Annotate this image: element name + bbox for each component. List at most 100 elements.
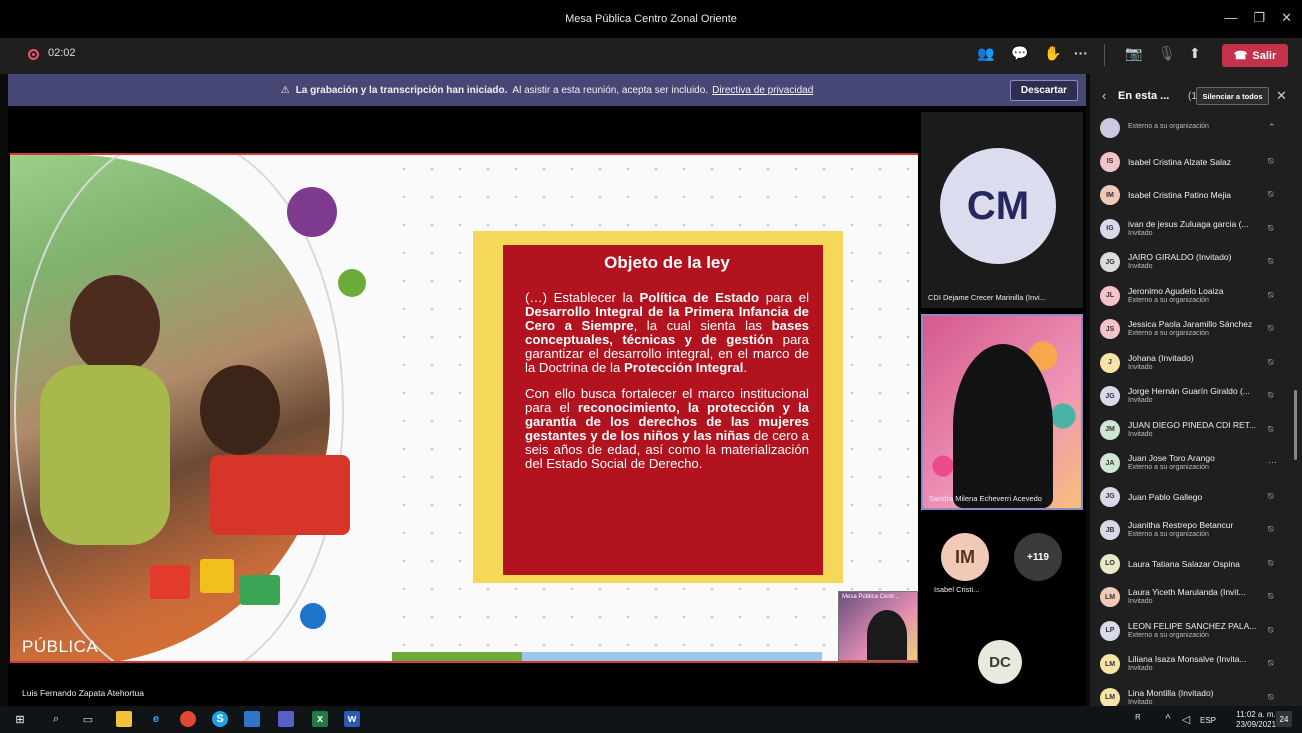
toy-block bbox=[200, 559, 234, 593]
self-preview-video[interactable] bbox=[838, 591, 918, 661]
participant-row[interactable]: IM Isabel Cristina Patino Mejia ⍉ bbox=[1096, 179, 1288, 212]
participants-icon[interactable]: 👥 bbox=[977, 45, 994, 62]
search-icon[interactable]: ⌕ bbox=[48, 711, 64, 727]
participant-row[interactable]: JG Jorge Hernán Guarín Giraldo (... Invita… bbox=[1096, 380, 1288, 413]
chrome-icon[interactable] bbox=[180, 711, 196, 727]
mute-all-button[interactable]: Silenciar a todos bbox=[1196, 87, 1269, 105]
participant-name: Lina Montilla (Invitado) bbox=[1128, 687, 1214, 698]
participant-status: Externo a su organización bbox=[1128, 631, 1209, 639]
camera-off-icon[interactable]: 📷 bbox=[1125, 45, 1142, 62]
outlook-icon[interactable] bbox=[244, 711, 260, 727]
avatar: JL bbox=[1100, 285, 1120, 306]
chat-icon[interactable]: 💬 bbox=[1011, 45, 1028, 62]
participant-row[interactable]: JG JAIRO GIRALDO (Invitado) Invitado ⍉ bbox=[1096, 246, 1288, 279]
participant-video-tile[interactable] bbox=[921, 314, 1083, 510]
people-icon[interactable]: ᴿ bbox=[1130, 711, 1146, 727]
teams-icon[interactable] bbox=[278, 711, 294, 727]
volume-icon[interactable]: ◁ bbox=[1178, 711, 1194, 727]
participant-row[interactable]: J Johana (Invitado) Invitado ⍉ bbox=[1096, 347, 1288, 380]
mic-muted-icon[interactable]: ⍉ bbox=[1268, 591, 1273, 602]
avatar: JB bbox=[1100, 520, 1120, 540]
mic-muted-icon[interactable]: ⍉ bbox=[1268, 658, 1273, 669]
mic-muted-icon[interactable]: ⍉ bbox=[1268, 625, 1273, 636]
participant-row[interactable]: LM Lina Montilla (Invitado) Invitado ⍉ bbox=[1096, 682, 1288, 706]
skype-icon[interactable]: S bbox=[212, 711, 228, 727]
participant-row[interactable]: Externo a su organización ⌃ bbox=[1096, 118, 1288, 145]
mic-muted-icon[interactable]: ⍉ bbox=[1268, 156, 1273, 167]
edge-icon[interactable]: e bbox=[148, 711, 164, 727]
participant-row[interactable]: JG Juan Pablo Gallego ⍉ bbox=[1096, 481, 1288, 514]
mic-muted-icon[interactable]: ⍉ bbox=[1268, 692, 1273, 703]
mic-muted-icon[interactable]: ⍉ bbox=[1268, 357, 1273, 368]
slide-paragraph-1: (…) Establecer la Política de Estado par… bbox=[525, 291, 809, 375]
maximize-icon[interactable]: ❐ bbox=[1253, 10, 1265, 26]
mic-muted-icon[interactable]: ⍉ bbox=[1268, 491, 1273, 502]
avatar[interactable]: IM bbox=[941, 533, 989, 581]
avatar bbox=[1100, 118, 1120, 138]
self-preview-label: Mesa Pública Centr... bbox=[842, 594, 900, 600]
participant-row[interactable]: JS Jessica Paola Jaramillo Sánchez Externo… bbox=[1096, 313, 1288, 346]
participant-row[interactable]: IS Isabel Cristina Alzate Salaz ⍉ bbox=[1096, 146, 1288, 179]
tray-chevron-icon[interactable]: ^ bbox=[1160, 711, 1176, 727]
avatar: LO bbox=[1100, 553, 1120, 574]
participant-name: JUAN DIEGO PINEDA CDI RET... bbox=[1128, 419, 1256, 430]
participant-row[interactable]: IG ivan de jesus Zuluaga garcia (... Invit… bbox=[1096, 213, 1288, 246]
participant-row[interactable]: JM JUAN DIEGO PINEDA CDI RET... Invitado ⍉ bbox=[1096, 414, 1288, 447]
avatar[interactable]: DC bbox=[978, 640, 1022, 684]
taskbar-clock[interactable]: 11:02 a. m. 23/09/2021 bbox=[1236, 710, 1276, 730]
participant-name: Juan Jose Toro Arango bbox=[1128, 453, 1215, 463]
share-icon[interactable]: ⬆ bbox=[1189, 45, 1201, 62]
slide-text-run: Protección Integral bbox=[623, 360, 744, 375]
mic-muted-icon[interactable]: ⍉ bbox=[1268, 524, 1273, 535]
close-icon[interactable]: ✕ bbox=[1281, 10, 1292, 26]
avatar: J bbox=[1100, 352, 1120, 373]
mic-off-icon[interactable]: 🎙 bbox=[1158, 45, 1176, 62]
close-panel-icon[interactable]: ✕ bbox=[1276, 88, 1287, 104]
participant-row[interactable]: JL Jeronimo Agudelo Loaiza Externo a su or… bbox=[1096, 280, 1288, 313]
minimize-icon[interactable]: — bbox=[1224, 10, 1237, 26]
mic-muted-icon[interactable]: ⍉ bbox=[1268, 223, 1273, 234]
participant-row[interactable]: LM Laura Yiceth Marulanda (Invit... Invita… bbox=[1096, 581, 1288, 614]
participant-name: Jorge Hernán Guarín Giraldo (... bbox=[1128, 386, 1250, 396]
avatar: JM bbox=[1100, 419, 1120, 440]
participant-row[interactable]: JA Juan Jose Toro Arango Externo a su orga… bbox=[1096, 447, 1288, 480]
mic-muted-icon[interactable]: ⍉ bbox=[1268, 189, 1273, 200]
mic-muted-icon[interactable]: ⍉ bbox=[1268, 558, 1273, 569]
more-options-icon[interactable]: ··· bbox=[1268, 457, 1277, 467]
participant-row[interactable]: LO Laura Tatiana Salazar Ospina ⍉ bbox=[1096, 548, 1288, 581]
reactions-icon[interactable]: ✋ bbox=[1044, 45, 1061, 62]
back-chevron-icon[interactable]: ‹ bbox=[1102, 88, 1106, 103]
recording-indicator-icon bbox=[28, 49, 39, 60]
mic-muted-icon[interactable]: ⍉ bbox=[1268, 323, 1273, 334]
mic-muted-icon[interactable]: ⍉ bbox=[1268, 256, 1273, 267]
dismiss-button[interactable]: Descartar bbox=[1010, 80, 1078, 101]
meeting-timer: 02:02 bbox=[48, 47, 76, 59]
participant-name: ivan de jesus Zuluaga garcia (... bbox=[1128, 218, 1249, 229]
participant-row[interactable]: JB Juanitha Restrepo Betancur Externo a su… bbox=[1096, 514, 1288, 547]
task-view-icon[interactable]: ▭ bbox=[80, 711, 96, 727]
participant-status: Externo a su organización bbox=[1128, 464, 1209, 471]
participant-name: Johana (Invitado) bbox=[1128, 352, 1194, 363]
windows-start-icon[interactable]: ⊞ bbox=[12, 711, 28, 727]
meeting-toolbar bbox=[0, 38, 1302, 74]
privacy-link[interactable]: Directiva de privacidad bbox=[712, 85, 813, 96]
language-indicator[interactable]: ESP bbox=[1200, 716, 1216, 725]
mic-muted-icon[interactable]: ⍉ bbox=[1268, 424, 1273, 435]
mic-muted-icon[interactable]: ⍉ bbox=[1268, 290, 1273, 301]
participant-status: Externo a su organización bbox=[1128, 330, 1209, 337]
file-explorer-icon[interactable] bbox=[116, 711, 132, 727]
window-title: Mesa Pública Centro Zonal Oriente bbox=[565, 13, 737, 25]
excel-icon[interactable]: x bbox=[312, 711, 328, 727]
slide-photo-children: PÚBLICA bbox=[10, 155, 350, 661]
participant-row[interactable]: LP LEON FELIPE SANCHEZ PALA... Externo a s… bbox=[1096, 615, 1288, 648]
more-icon[interactable]: ··· bbox=[1074, 45, 1088, 61]
leave-button[interactable]: ☎ Salir bbox=[1222, 44, 1288, 67]
notifications-icon[interactable]: 24 bbox=[1276, 711, 1292, 727]
more-participants-button[interactable]: +119 bbox=[1014, 533, 1062, 581]
participant-row[interactable]: LM Liliana Isaza Monsalve (Invita... Invit… bbox=[1096, 648, 1288, 681]
word-icon[interactable]: w bbox=[344, 711, 360, 727]
participant-list: Externo a su organización ⌃ IS Isabel Crist… bbox=[1096, 118, 1288, 706]
mic-muted-icon[interactable]: ⌃ bbox=[1268, 122, 1276, 133]
scrollbar[interactable] bbox=[1294, 390, 1297, 460]
mic-muted-icon[interactable]: ⍉ bbox=[1268, 390, 1273, 401]
